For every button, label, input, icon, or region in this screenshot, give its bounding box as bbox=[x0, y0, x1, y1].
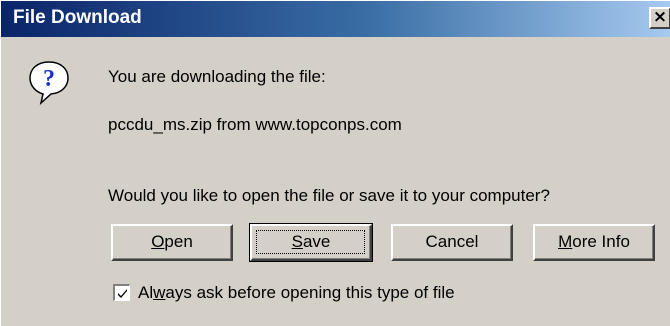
svg-text:?: ? bbox=[43, 66, 55, 92]
more-info-mnemonic: M bbox=[558, 232, 573, 251]
open-mnemonic: O bbox=[151, 232, 165, 251]
open-button-label: pen bbox=[164, 232, 193, 251]
file-download-dialog: File Download × ? You are downloading th… bbox=[0, 0, 670, 326]
message-line: You are downloading the file: bbox=[108, 67, 326, 86]
open-button[interactable]: Open bbox=[111, 224, 233, 261]
save-button-label: ave bbox=[302, 232, 331, 251]
always-ask-checkbox[interactable] bbox=[113, 284, 130, 301]
label-part: Al bbox=[138, 283, 154, 302]
close-button[interactable]: × bbox=[649, 7, 670, 29]
file-name-text: pccdu_ms.zip from www.topconps.com bbox=[108, 115, 402, 134]
dialog-title: File Download bbox=[13, 7, 142, 28]
more-info-button-label: ore Info bbox=[572, 232, 630, 251]
label-part: ays ask before opening this type of file bbox=[165, 283, 455, 302]
more-info-button[interactable]: More Info bbox=[533, 224, 655, 261]
question-text: Would you like to open the file or save … bbox=[108, 186, 550, 205]
label-mnemonic: w bbox=[153, 283, 166, 302]
cancel-button[interactable]: Cancel bbox=[391, 224, 513, 261]
close-icon: × bbox=[652, 7, 668, 27]
question-icon: ? bbox=[29, 61, 69, 105]
always-ask-label[interactable]: Always ask before opening this type of f… bbox=[138, 283, 455, 303]
checkmark-icon bbox=[118, 289, 127, 298]
save-mnemonic: S bbox=[291, 232, 303, 251]
save-button[interactable]: Save bbox=[249, 223, 373, 262]
cancel-button-label: Cancel bbox=[425, 232, 479, 251]
title-bar[interactable]: File Download × bbox=[1, 1, 670, 37]
